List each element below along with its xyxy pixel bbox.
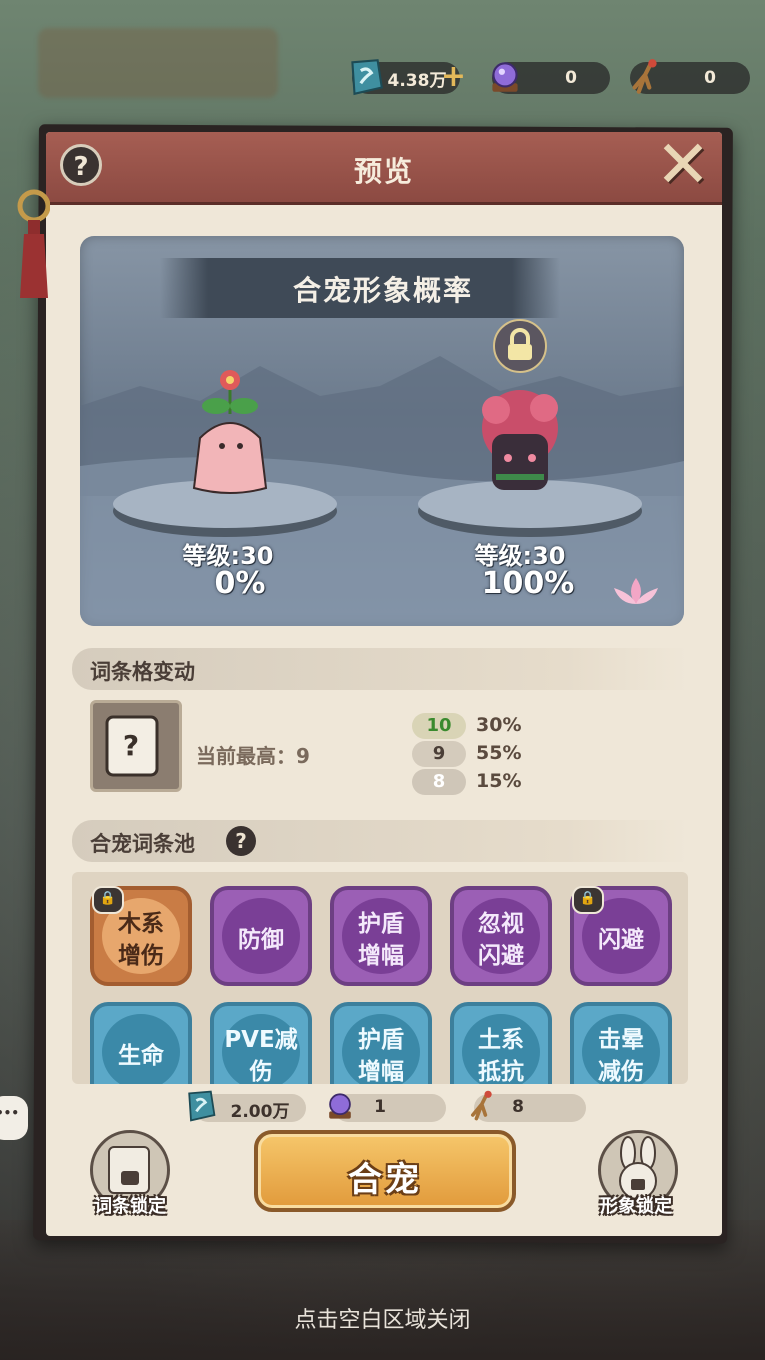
skill-pool-grid[interactable]: 木系 增伤 🔒 防御 护盾 增幅 忽视 闪避 闪避 🔒 生命 PVE减 伤 护盾… — [72, 872, 688, 1084]
tassel-decoration — [17, 189, 50, 298]
cost-orb-value: 1 — [374, 1097, 386, 1117]
merge-button[interactable]: 合宠 — [254, 1130, 516, 1212]
skill-tile[interactable]: PVE减 伤 — [210, 1002, 312, 1084]
close-hint[interactable]: 点击空白区域关闭 — [0, 1302, 765, 1334]
cost-jade: 2.00万 — [188, 1090, 306, 1122]
lock-badge-icon — [493, 319, 547, 373]
lotus-icon — [614, 578, 658, 604]
skill-tile[interactable]: 生命 — [90, 1002, 192, 1084]
slot-count-badge: 10 — [412, 713, 466, 739]
skill-tile[interactable]: 击晕 减伤 — [570, 1002, 672, 1084]
ginseng-icon — [632, 59, 657, 94]
dialog-title: 预览 — [353, 155, 414, 188]
jade-stone-icon — [188, 1090, 216, 1122]
scroll-card: ? — [90, 700, 182, 792]
lock-appearance-label: 形象锁定 — [600, 1196, 672, 1217]
skill-label: 忽视 闪避 — [478, 911, 524, 969]
skill-label: 防御 — [238, 927, 284, 953]
skill-tile[interactable]: 护盾 增幅 — [330, 1002, 432, 1084]
skill-label: 闪避 — [598, 927, 644, 953]
preview-ribbon-title: 合宠形象概率 — [292, 274, 473, 307]
slot-probability: 15% — [476, 770, 522, 792]
slot-change-header: 词条格变动 — [72, 648, 688, 690]
pet-right-sprite — [482, 390, 558, 490]
slot-count-badge: 9 — [412, 741, 466, 767]
skill-pool-header: 合宠词条池 — [72, 820, 688, 862]
currency-orb-value: 0 — [565, 68, 577, 88]
skill-tile[interactable]: 土系 抵抗 — [450, 1002, 552, 1084]
close-button[interactable]: ✕ — [652, 132, 714, 198]
cost-ginseng-value: 8 — [512, 1097, 524, 1117]
skill-tile[interactable]: 防御 — [210, 886, 312, 986]
cost-orb: 1 — [329, 1093, 446, 1122]
pet-left-percent: 0% — [214, 566, 266, 601]
skill-pool-title: 合宠词条池 — [90, 832, 195, 856]
background-sign — [38, 28, 278, 98]
lock-icon: 🔒 — [572, 886, 604, 914]
merge-button-label: 合宠 — [348, 1160, 422, 1200]
skill-label: 护盾 增幅 — [358, 1027, 404, 1084]
skill-tile[interactable]: 忽视 闪避 — [450, 886, 552, 986]
currency-ginseng: 0 — [630, 59, 750, 94]
slot-probability: 30% — [476, 714, 522, 736]
slot-count-badge: 8 — [412, 769, 466, 795]
pet-right-percent: 100% — [481, 566, 575, 601]
skill-label: 土系 抵抗 — [478, 1027, 524, 1084]
plus-icon[interactable]: + — [441, 62, 466, 92]
lock-entries-label: 词条锁定 — [94, 1196, 166, 1217]
dialog-header: 预览 — [46, 132, 722, 205]
cost-jade-value: 2.00万 — [230, 1102, 290, 1122]
skill-label: 护盾 增幅 — [358, 911, 404, 969]
pet-left-sprite — [192, 370, 268, 494]
skill-tile[interactable]: 木系 增伤 🔒 — [90, 886, 192, 986]
scroll-question-icon: ? — [105, 715, 159, 777]
purple-orb-icon — [492, 62, 518, 92]
skill-label: 击晕 减伤 — [598, 1027, 644, 1084]
slot-probability: 55% — [476, 742, 522, 764]
skill-label: 生命 — [118, 1043, 164, 1069]
skill-tile[interactable]: 护盾 增幅 — [330, 886, 432, 986]
svg-text:?: ? — [123, 729, 139, 762]
currency-orb: 0 — [492, 62, 610, 94]
help-button[interactable]: ? — [60, 144, 102, 186]
skill-label: 木系 增伤 — [118, 911, 164, 969]
current-max-text: 当前最高：9 — [196, 744, 310, 768]
currency-jade[interactable]: 4.38万 + — [351, 59, 466, 96]
skill-tile[interactable]: 闪避 🔒 — [570, 886, 672, 986]
skill-pool-help-button[interactable]: ? — [226, 826, 256, 856]
cost-ginseng: 8 — [471, 1090, 586, 1122]
lock-icon: 🔒 — [92, 886, 124, 914]
chat-bubble-icon[interactable] — [0, 1096, 28, 1140]
slot-change-title: 词条格变动 — [90, 660, 195, 684]
currency-ginseng-value: 0 — [704, 68, 716, 88]
skill-label: PVE减 伤 — [224, 1027, 298, 1084]
